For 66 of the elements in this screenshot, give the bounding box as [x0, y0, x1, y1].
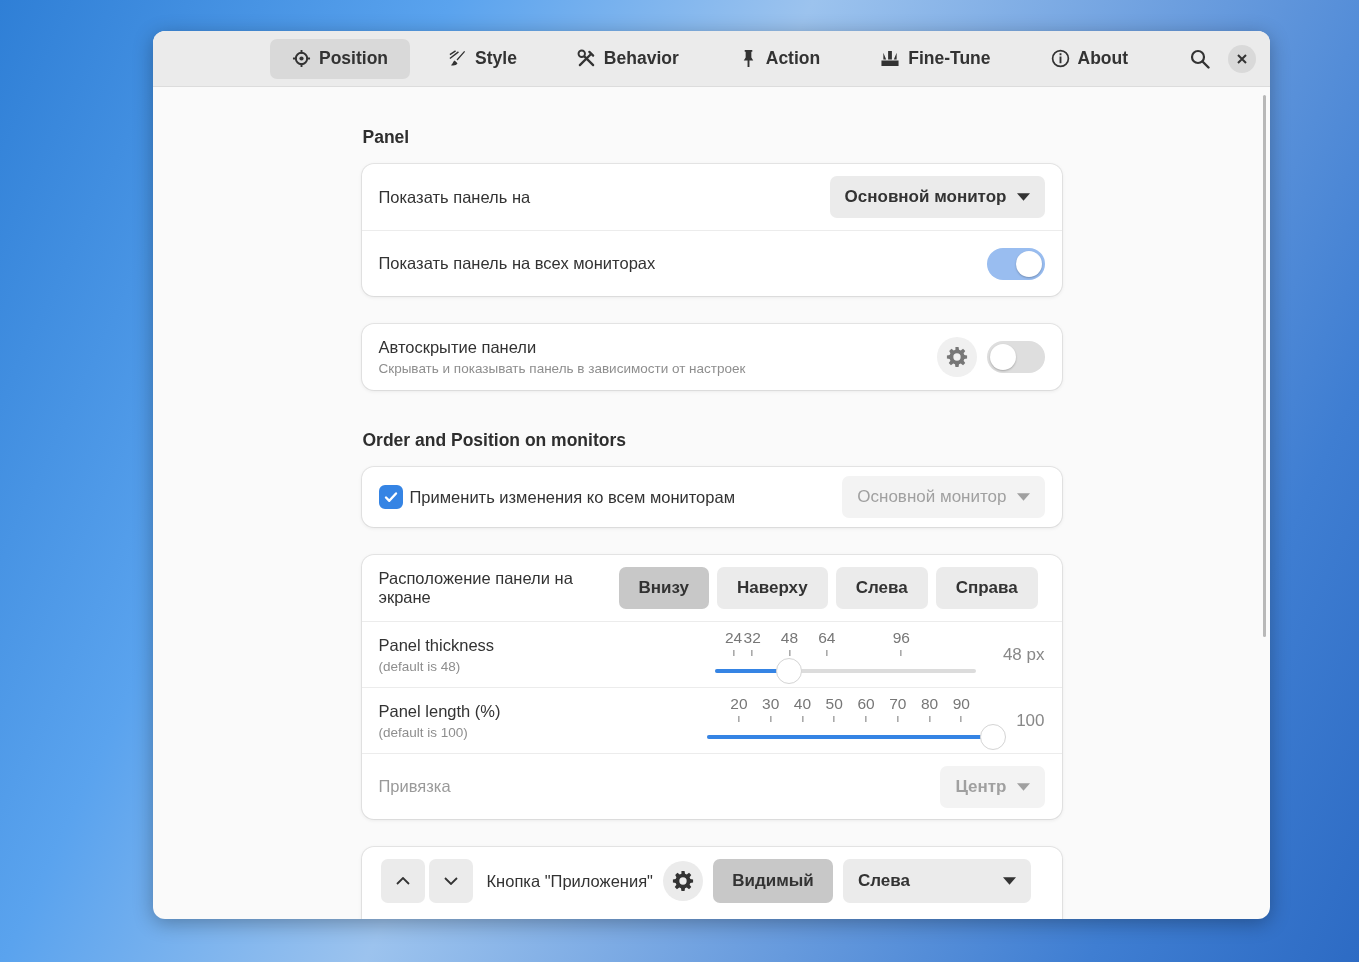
- row-label: Показать панель на: [378, 187, 531, 207]
- chevron-down-icon: [443, 877, 458, 885]
- tick-label: 32: [743, 629, 761, 646]
- settings-button[interactable]: [662, 861, 703, 901]
- tools-icon: [576, 49, 596, 68]
- brush-icon: [448, 49, 468, 68]
- slider-value: 48 px: [1002, 644, 1045, 665]
- slider-value: 100: [1016, 710, 1045, 731]
- search-icon: [1190, 48, 1210, 69]
- tick-label: 80: [920, 695, 939, 712]
- tick-label: 48: [780, 629, 799, 646]
- section-title: Order and Position on monitors: [362, 430, 627, 451]
- scrollbar[interactable]: [1263, 95, 1266, 637]
- tick-label: 90: [952, 695, 970, 712]
- close-icon: [1237, 53, 1247, 64]
- toggle-switch[interactable]: [986, 247, 1045, 280]
- checkbox[interactable]: [378, 485, 403, 509]
- row-label: Автоскрытие панели: [378, 338, 538, 357]
- tick-label: 60: [857, 695, 875, 712]
- toggle-switch[interactable]: [986, 341, 1045, 373]
- check-icon: [382, 489, 399, 505]
- caret-icon: [1002, 877, 1016, 885]
- tab[interactable]: Style: [426, 38, 539, 79]
- tick-label: 24: [724, 629, 743, 646]
- gear-icon: [945, 346, 968, 368]
- row-label: Кнопка "Приложения": [486, 871, 653, 891]
- tab[interactable]: About: [1028, 38, 1151, 79]
- dropdown[interactable]: Слева: [842, 859, 1031, 903]
- checkbox-label: Применить изменения ко всем мониторам: [409, 487, 735, 507]
- segment-button[interactable]: Наверху: [717, 567, 828, 609]
- tab[interactable]: Position: [270, 38, 411, 79]
- row-label: Привязка: [378, 777, 451, 796]
- tune-icon: [880, 49, 901, 68]
- tick-label: 40: [793, 695, 812, 712]
- tab[interactable]: Action: [716, 38, 843, 79]
- close-button[interactable]: [1228, 44, 1256, 73]
- tick-label: 64: [818, 629, 836, 646]
- crosshair-icon: [292, 49, 311, 68]
- segment-button[interactable]: Внизу: [618, 567, 709, 609]
- row-subtitle: Скрывать и показывать панель в зависимости от настроек: [378, 361, 747, 376]
- slider-thumb[interactable]: [776, 657, 803, 684]
- row-subtitle: (default is 48): [378, 658, 462, 674]
- row-subtitle: (default is 100): [378, 724, 469, 740]
- row-label: Panel thickness: [378, 635, 496, 655]
- tick-label: 70: [889, 695, 907, 712]
- gear-icon: [671, 870, 694, 892]
- tick-label: 30: [762, 695, 780, 712]
- tick-label: 20: [730, 695, 748, 712]
- caret-icon: [1016, 493, 1030, 501]
- info-icon: [1050, 49, 1070, 68]
- caret-icon: [1016, 193, 1030, 201]
- section-title: Panel: [362, 127, 411, 148]
- tab[interactable]: Behavior: [554, 38, 701, 79]
- slider-thumb[interactable]: [980, 723, 1007, 750]
- tab[interactable]: Fine-Tune: [858, 38, 1013, 79]
- row-label: Показать панель на всех мониторах: [378, 254, 656, 273]
- tick-label: 50: [825, 695, 843, 712]
- row-label: Panel length (%): [378, 701, 502, 721]
- row-label: Расположение панели на экране: [378, 569, 574, 607]
- visibility-toggle[interactable]: Видимый: [712, 859, 833, 903]
- tick-label: 96: [892, 629, 910, 646]
- chevron-up-icon: [395, 877, 410, 885]
- segment-button[interactable]: Слева: [835, 567, 928, 609]
- caret-icon: [1016, 782, 1030, 791]
- dropdown[interactable]: Основной монитор: [829, 176, 1045, 218]
- segment-button[interactable]: Справа: [935, 567, 1038, 609]
